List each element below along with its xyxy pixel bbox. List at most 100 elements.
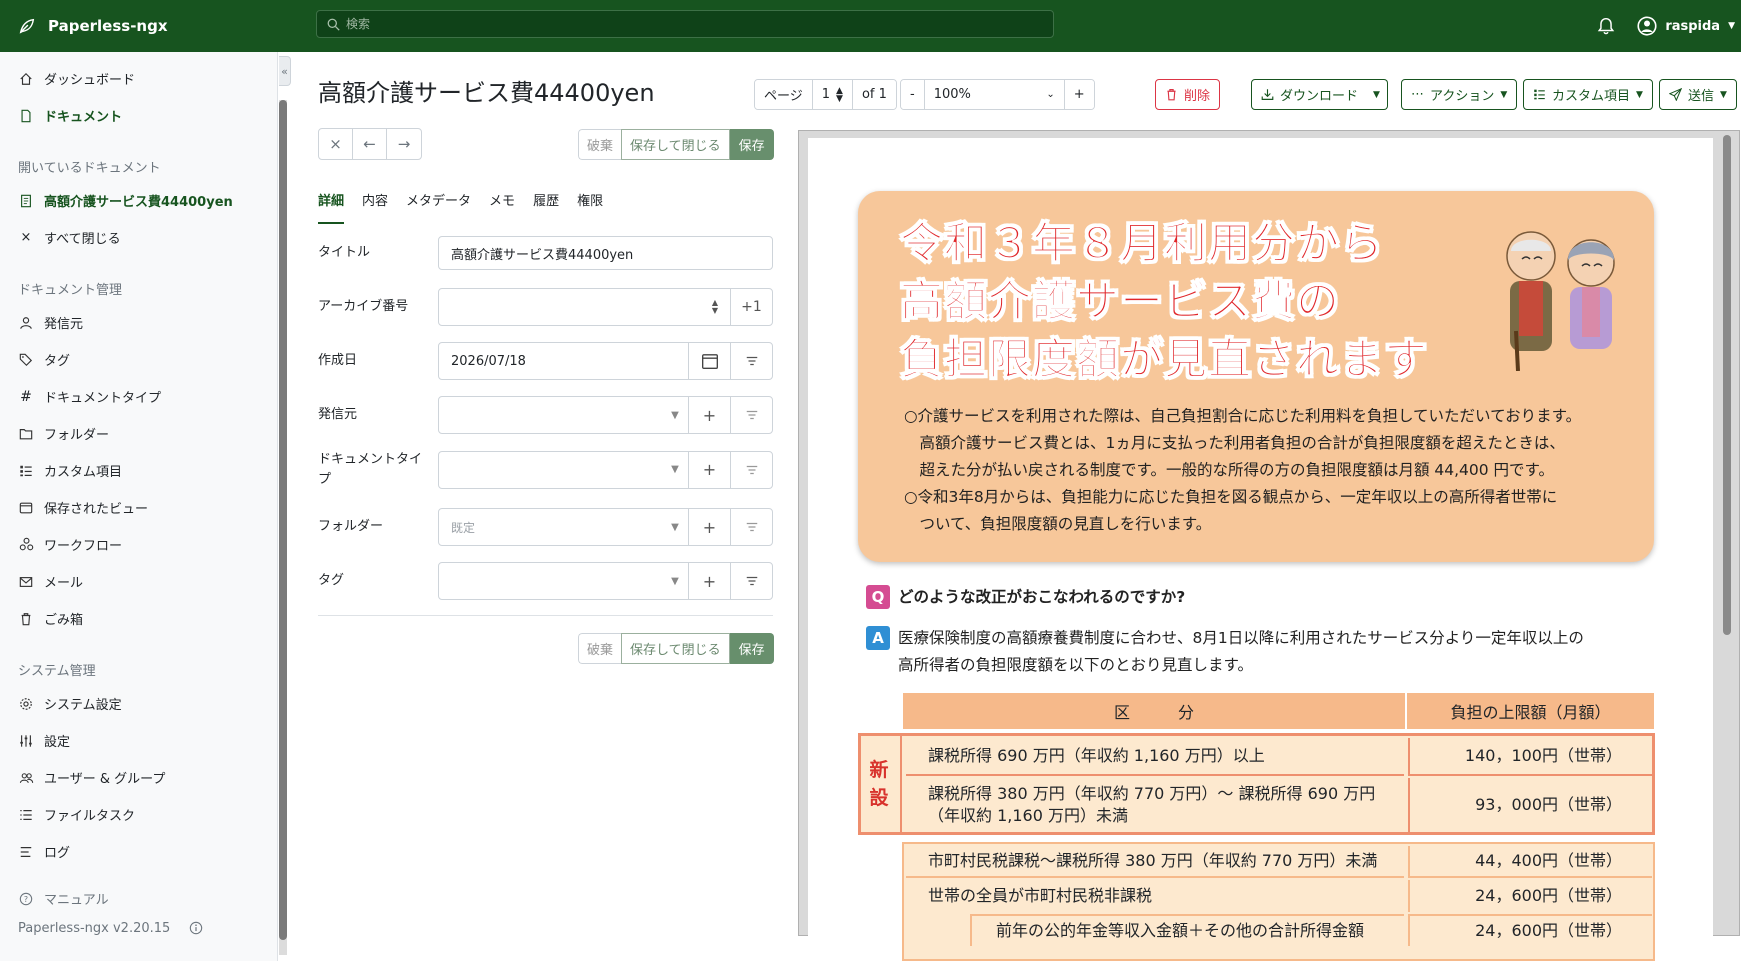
caret-down-icon: ▼ [1636, 89, 1643, 100]
tab-content[interactable]: 内容 [362, 190, 388, 224]
add-tag-button[interactable]: + [688, 563, 730, 599]
table-row: 市町村民税課税～課税所得 380 万円（年収約 770 万円）未満 [906, 846, 1404, 878]
asn-input[interactable]: ▲ ▼ +1 [438, 288, 773, 326]
add-folder-button[interactable]: + [688, 509, 730, 545]
zoom-select[interactable]: 100% ⌄ [924, 80, 1065, 109]
search-icon [327, 18, 340, 31]
caret-down-icon: ▼ [671, 464, 679, 475]
sidebar-scrollbar[interactable] [279, 100, 287, 955]
calendar-button[interactable] [688, 343, 730, 379]
calendar-icon [701, 354, 718, 369]
caret-down-icon: ▼ [671, 409, 679, 421]
bell-icon[interactable] [1597, 17, 1615, 35]
sidebar-scrollbar-thumb[interactable] [279, 100, 287, 940]
created-input[interactable]: 2026/07/18 [438, 342, 773, 380]
send-button[interactable]: 送信 ▼ [1659, 79, 1737, 110]
caret-down-icon: ▼ [671, 575, 679, 587]
save-controls-top: 破棄 保存して閉じる 保存 [578, 129, 774, 160]
page-input[interactable]: 1 ▲ ▼ [812, 80, 853, 109]
app-name: Paperless-ngx [48, 17, 168, 35]
asn-increment-button[interactable]: +1 [730, 289, 772, 325]
download-dropdown-button[interactable]: ▼ [1366, 79, 1388, 110]
topbar-right: raspida ▼ [1597, 0, 1741, 52]
viewer-scrollbar[interactable] [1721, 135, 1733, 935]
elderly-couple-illustration [1506, 231, 1615, 371]
x-icon: × [20, 230, 32, 245]
tags-select[interactable]: ▼ + [438, 562, 773, 600]
correspondent-filter-button[interactable] [730, 397, 772, 433]
add-doctype-button[interactable]: + [688, 451, 730, 488]
sidebar-item-workflows[interactable]: ワークフロー [0, 526, 277, 563]
save-close-button-bottom[interactable]: 保存して閉じる [621, 633, 730, 664]
sidebar-item-close-all[interactable]: × すべて閉じる [0, 219, 277, 256]
sliders-icon [18, 733, 34, 749]
search-box[interactable] [316, 10, 1054, 38]
actions-button[interactable]: ⋯ アクション ▼ [1401, 79, 1518, 110]
created-filter-button[interactable] [730, 343, 772, 379]
save-button-bottom[interactable]: 保存 [729, 633, 774, 664]
question-circle-icon: ? [18, 891, 34, 907]
zoom-out-button[interactable]: - [901, 80, 925, 109]
sidebar-item-manual[interactable]: ? マニュアル [0, 880, 277, 917]
doctype-filter-button[interactable] [730, 451, 772, 488]
save-close-button[interactable]: 保存して閉じる [621, 129, 730, 160]
sidebar-item-trash[interactable]: ごみ箱 [0, 600, 277, 637]
sidebar-item-folders[interactable]: フォルダー [0, 415, 277, 452]
sidebar-item-document-types[interactable]: # ドキュメントタイプ [0, 378, 277, 415]
sidebar-item-saved-views[interactable]: 保存されたビュー [0, 489, 277, 526]
title-input[interactable]: 高額介護サービス費44400yen [438, 236, 773, 270]
q-badge: Q [866, 585, 890, 609]
sidebar-item-mail[interactable]: メール [0, 563, 277, 600]
search-input[interactable] [346, 17, 1026, 31]
sidebar-item-users-groups[interactable]: ユーザー & グループ [0, 759, 277, 796]
tab-notes[interactable]: メモ [489, 190, 515, 224]
sidebar-item-tags[interactable]: タグ [0, 341, 277, 378]
viewer-scrollbar-thumb[interactable] [1723, 135, 1731, 635]
list-icon [1534, 89, 1545, 100]
download-button[interactable]: ダウンロード [1251, 79, 1369, 110]
collapse-sidebar-button[interactable]: « [279, 56, 291, 86]
sidebar-item-system-settings[interactable]: システム設定 [0, 685, 277, 722]
discard-button[interactable]: 破棄 [578, 129, 622, 160]
sidebar-item-open-document[interactable]: 高額介護サービス費44400yen [0, 182, 277, 219]
custom-fields-button[interactable]: カスタム項目 ▼ [1523, 79, 1653, 110]
person-icon [18, 315, 34, 331]
sidebar-item-settings[interactable]: 設定 [0, 722, 277, 759]
brand[interactable]: Paperless-ngx [0, 17, 310, 35]
next-document-button[interactable]: → [387, 129, 421, 159]
tab-permissions[interactable]: 権限 [577, 190, 603, 224]
doctype-select[interactable]: ▼ + [438, 450, 773, 489]
arrow-left-icon: ← [363, 135, 376, 153]
folder-select[interactable]: 既定 ▼ + [438, 508, 773, 546]
folder-icon [18, 426, 34, 442]
filter-icon [746, 356, 757, 366]
sidebar-item-documents[interactable]: ドキュメント [0, 97, 277, 134]
zoom-in-button[interactable]: + [1064, 80, 1094, 109]
info-circle-icon[interactable] [188, 920, 204, 936]
user-menu[interactable]: raspida ▼ [1637, 16, 1735, 36]
close-document-button[interactable]: × [319, 129, 353, 159]
tags-icon [18, 352, 34, 368]
tab-details[interactable]: 詳細 [318, 190, 345, 224]
list-task-icon [18, 807, 34, 823]
question-text: どのような改正がおこなわれるのですか? [898, 588, 1186, 606]
folder-filter-button[interactable] [730, 509, 772, 545]
sidebar-item-correspondents[interactable]: 発信元 [0, 304, 277, 341]
save-button[interactable]: 保存 [729, 129, 774, 160]
tab-history[interactable]: 履歴 [533, 190, 559, 224]
previous-document-button[interactable]: ← [353, 129, 387, 159]
add-correspondent-button[interactable]: + [688, 397, 730, 433]
sidebar-item-custom-fields[interactable]: カスタム項目 [0, 452, 277, 489]
correspondent-select[interactable]: ▼ + [438, 396, 773, 434]
tags-filter-button[interactable] [730, 563, 772, 599]
sidebar-item-dashboard[interactable]: ダッシュボード [0, 60, 277, 97]
spinner-icon[interactable]: ▲ ▼ [712, 299, 730, 315]
sidebar-item-file-tasks[interactable]: ファイルタスク [0, 796, 277, 833]
caret-down-icon: ▼ [1720, 89, 1727, 100]
table-row: 前年の公的年金等収入金額＋その他の合計所得金額 [970, 914, 1404, 946]
tab-metadata[interactable]: メタデータ [406, 190, 471, 224]
sidebar-item-logs[interactable]: ログ [0, 833, 277, 870]
table-value: 44，400円（世帯） [1408, 846, 1652, 878]
delete-button[interactable]: 削除 [1155, 79, 1221, 110]
discard-button-bottom[interactable]: 破棄 [578, 633, 622, 664]
